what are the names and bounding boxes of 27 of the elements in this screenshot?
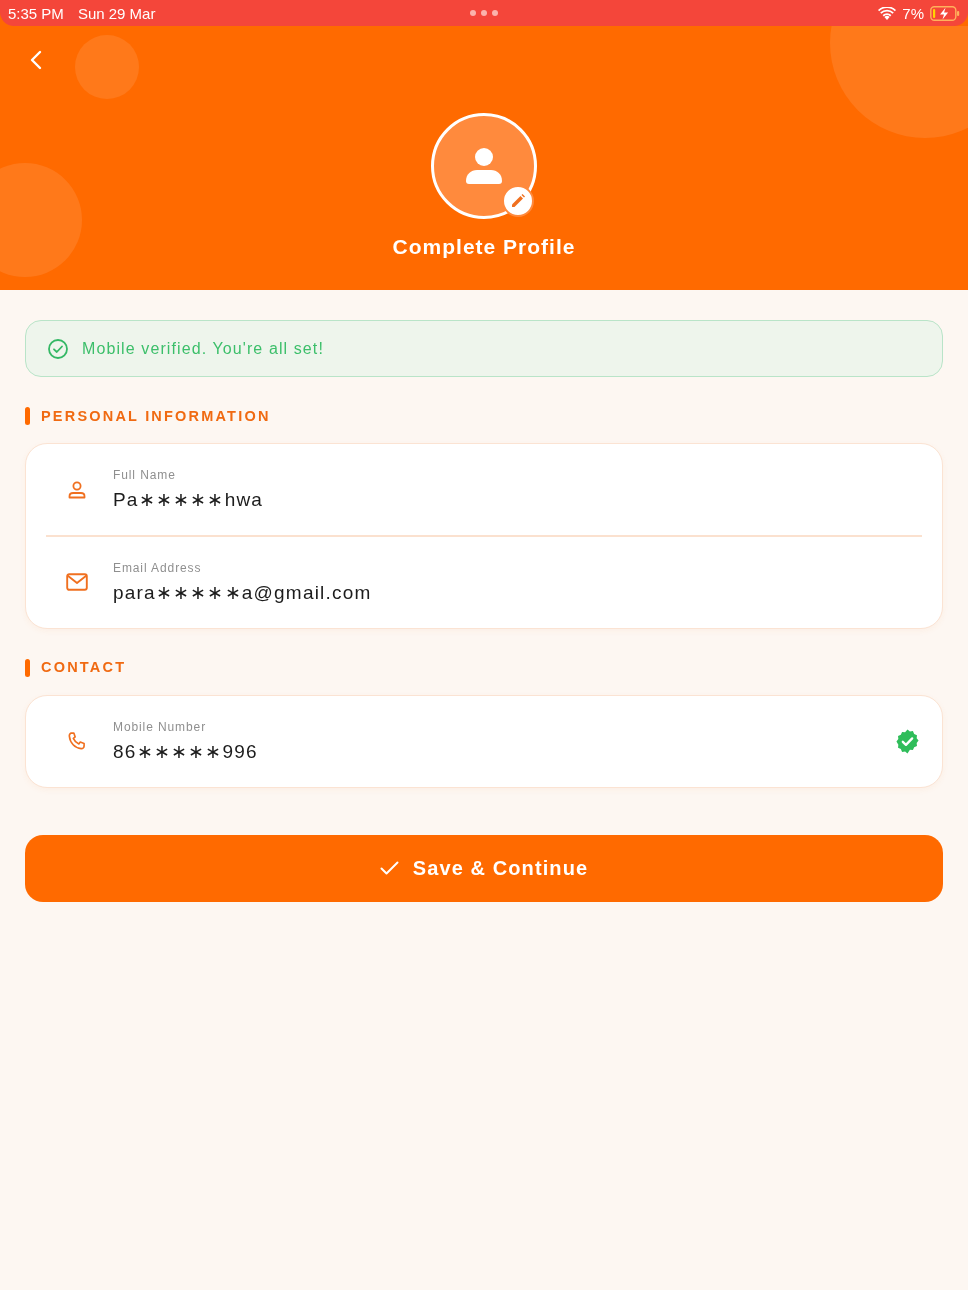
checkmark-icon [379, 861, 399, 875]
battery-charging-icon [930, 5, 960, 21]
input-field[interactable]: Pa∗∗∗∗∗hwa [113, 489, 920, 511]
check-circle-icon [48, 338, 68, 359]
status-date: Sun 29 Mar [77, 5, 156, 21]
section-heading: PERSONAL INFORMATION [41, 408, 271, 424]
pencil-icon [511, 194, 525, 208]
mail-icon [66, 573, 88, 591]
field-label: Email Address [113, 560, 203, 576]
chevron-left-icon [30, 50, 42, 70]
wifi-icon [878, 6, 897, 20]
banner-text: Mobile verified. You're all set! [82, 338, 324, 359]
input-field[interactable]: 86∗∗∗∗∗996 [113, 740, 895, 763]
more-dots-icon [470, 10, 498, 16]
person-silhouette-icon [464, 148, 504, 184]
page-title: Complete Profile [392, 235, 576, 259]
status-time: 5:35 PM [8, 5, 64, 21]
section-accent-bar [25, 658, 30, 677]
input-field[interactable]: para∗∗∗∗∗a@gmail.com [113, 581, 920, 604]
person-icon [67, 479, 87, 500]
battery-percent: 7% [902, 5, 924, 21]
edit-avatar-button[interactable] [502, 185, 534, 217]
field-label: Mobile Number [113, 719, 208, 735]
field-label: Full Name [113, 468, 177, 483]
section-accent-bar [25, 407, 30, 425]
phone-icon [67, 731, 87, 751]
section-heading: CONTACT [41, 660, 127, 675]
